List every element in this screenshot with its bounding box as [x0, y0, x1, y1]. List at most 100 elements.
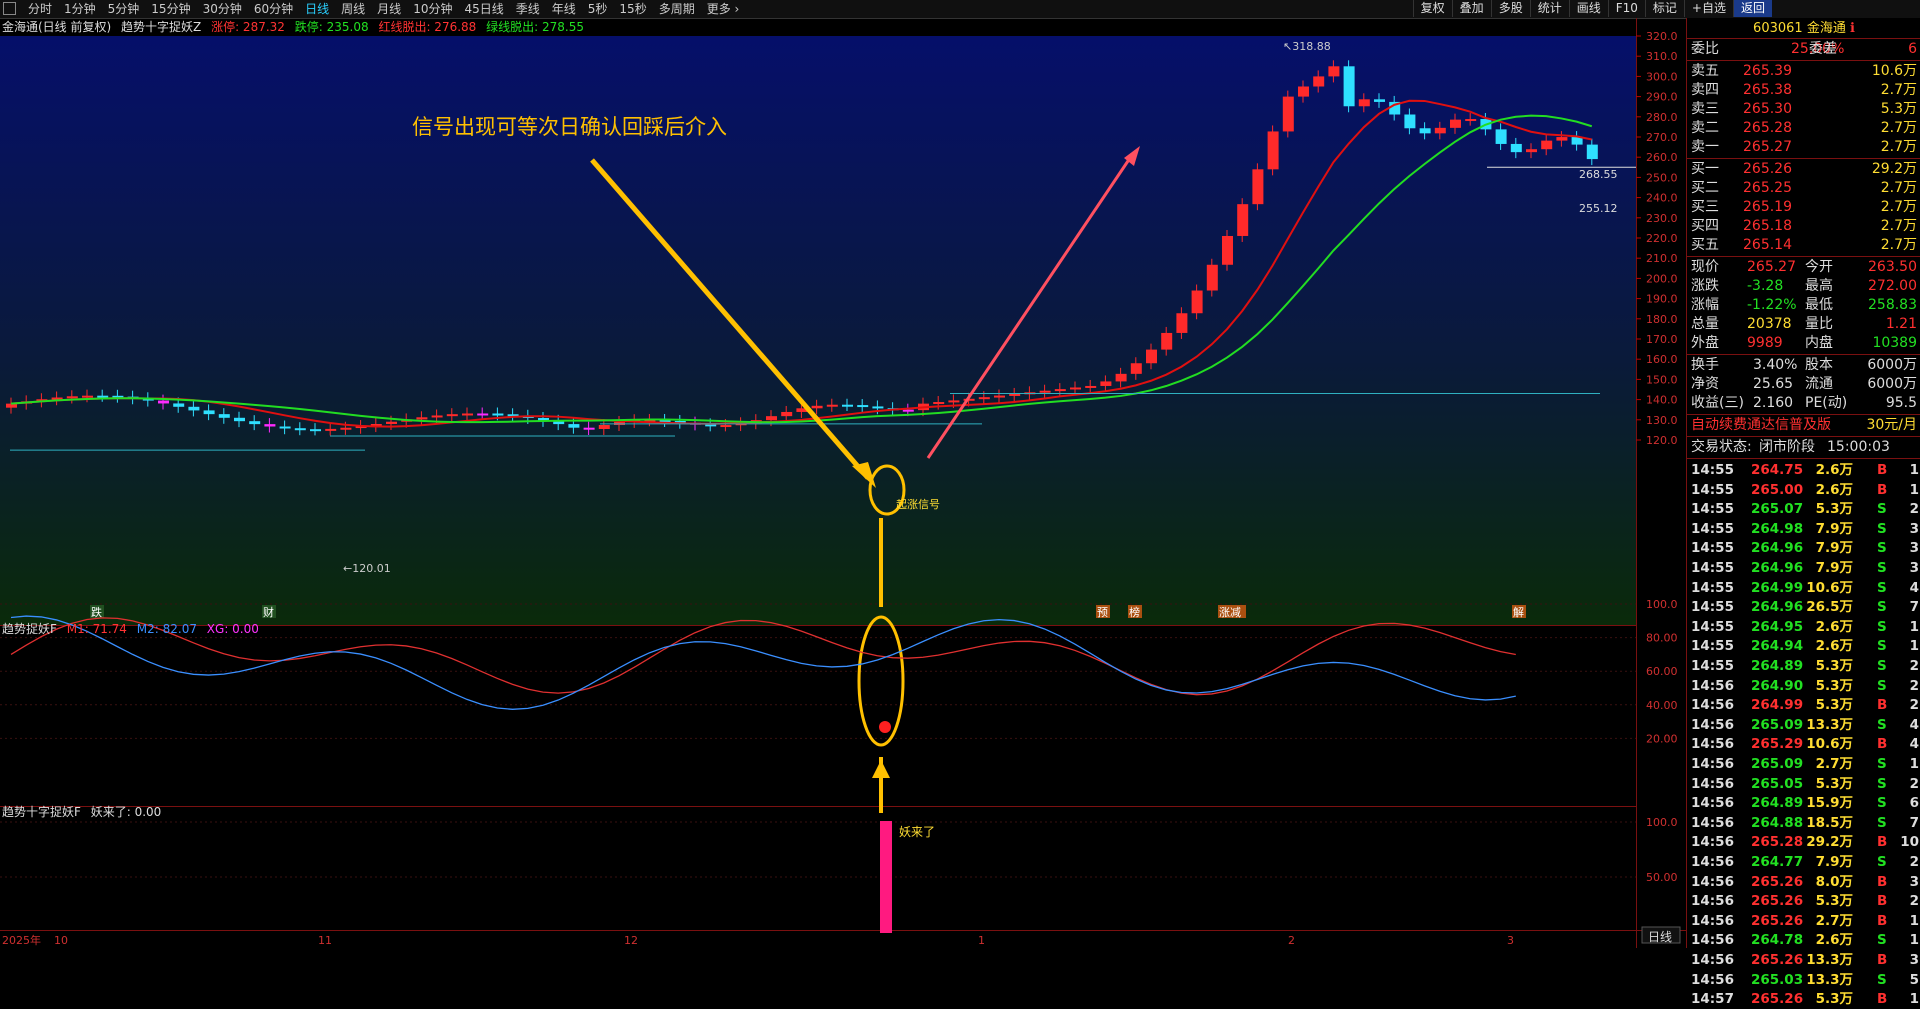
separator: [1687, 38, 1920, 39]
tick-time: 14:55: [1691, 540, 1734, 557]
tick-price: 264.89: [1751, 795, 1804, 812]
sub2-name[interactable]: 趋势十字捉妖F: [2, 805, 81, 819]
bottom-tab: 日线: [1648, 930, 1672, 944]
tick-count: 2: [1909, 854, 1919, 870]
tick-volume: 2.6万: [1815, 462, 1853, 478]
tick-time: 14:56: [1691, 716, 1734, 733]
y-tick-label: 130.0: [1646, 414, 1678, 427]
candle-body: [1313, 76, 1325, 87]
period-tab-6[interactable]: 日线: [299, 1, 335, 17]
candle-body: [1298, 86, 1309, 97]
toolbar-button-1[interactable]: 叠加: [1451, 0, 1491, 17]
tick-count: 1: [1909, 638, 1919, 655]
separator: [1687, 158, 1920, 159]
weibi-row: 委比 25.00% 委差 6: [1687, 40, 1920, 59]
toolbar-button-0[interactable]: 复权: [1412, 0, 1452, 17]
y-tick-label: 140.0: [1646, 394, 1678, 407]
bid-price: 265.25: [1743, 180, 1792, 196]
indicator-name[interactable]: 趋势十字捉妖Z: [121, 20, 201, 34]
tick-count: 3: [1909, 873, 1919, 890]
toolbar-button-8[interactable]: 返回: [1732, 0, 1772, 17]
candle-body: [264, 424, 276, 427]
period-tab-8[interactable]: 月线: [371, 1, 407, 17]
candle-body: [416, 417, 428, 420]
period-tab-16[interactable]: 更多 ›: [701, 1, 746, 17]
period-tab-11[interactable]: 季线: [510, 1, 546, 17]
candle-body: [294, 428, 306, 431]
toolbar-button-5[interactable]: F10: [1607, 0, 1645, 17]
tick-row: 14:56 265.26 13.3万 B 3: [1687, 950, 1920, 970]
period-tab-13[interactable]: 5秒: [582, 1, 614, 17]
stat-value: 25.65: [1753, 376, 1794, 392]
toolbar-button-3[interactable]: 统计: [1529, 0, 1569, 17]
menu-icon[interactable]: [3, 2, 16, 15]
toolbar-button-7[interactable]: +自选: [1683, 0, 1733, 17]
ask-label: 卖三: [1691, 101, 1719, 117]
tick-volume: 2.6万: [1815, 618, 1853, 635]
candle-body: [1419, 128, 1431, 134]
period-tab-14[interactable]: 15秒: [613, 1, 652, 17]
tick-count: 5: [1909, 971, 1919, 988]
candle-body: [902, 409, 914, 412]
tick-count: 1: [1909, 991, 1919, 1008]
tick-price: 265.26: [1751, 912, 1804, 929]
candle-body: [1146, 349, 1157, 364]
toolbar-button-2[interactable]: 多股: [1490, 0, 1530, 17]
tick-side: S: [1877, 520, 1887, 537]
candle-body: [1206, 264, 1218, 291]
candle-body: [446, 414, 458, 417]
candle-body: [978, 397, 990, 400]
tick-side: S: [1877, 716, 1887, 733]
bid-label: 买三: [1691, 199, 1719, 215]
tick-price: 264.96: [1751, 599, 1804, 616]
stock-code: 603061: [1753, 21, 1803, 36]
candle-body: [1343, 66, 1355, 107]
period-tab-3[interactable]: 15分钟: [145, 1, 196, 17]
tick-side: S: [1877, 560, 1887, 576]
toolbar-button-4[interactable]: 画线: [1568, 0, 1608, 17]
candle-body: [1282, 96, 1294, 132]
stat-label: 现价: [1691, 259, 1719, 275]
limit-down-value: 跌停: 235.08: [294, 20, 369, 34]
tick-volume: 5.3万: [1815, 501, 1853, 518]
period-tab-9[interactable]: 10分钟: [407, 1, 458, 17]
sub1-name[interactable]: 趋势捉妖F: [2, 622, 57, 636]
stat-label: 外盘: [1691, 335, 1719, 351]
tick-time: 14:55: [1691, 481, 1734, 498]
tick-row: 14:56 265.29 10.6万 B 4: [1687, 734, 1920, 754]
info-icon[interactable]: ℹ: [1850, 21, 1855, 36]
period-tab-1[interactable]: 1分钟: [58, 1, 102, 17]
x-axis-label: 12: [624, 934, 638, 947]
y-tick-label: 40.00: [1646, 699, 1678, 712]
tick-price: 264.95: [1751, 618, 1804, 635]
x-axis-label: 3: [1507, 934, 1514, 947]
tick-row: 14:56 264.88 18.5万 S 7: [1687, 813, 1920, 833]
candle-body: [203, 410, 215, 415]
tick-price: 265.26: [1751, 873, 1804, 890]
period-tab-0[interactable]: 分时: [22, 1, 58, 17]
tick-time: 14:55: [1691, 560, 1734, 576]
period-tab-5[interactable]: 60分钟: [248, 1, 299, 17]
bid-price: 265.26: [1743, 161, 1792, 177]
candle-body: [1070, 387, 1081, 390]
stat-value: -1.22%: [1747, 297, 1797, 313]
right-label: 268.55: [1579, 168, 1618, 181]
ask-price: 265.27: [1743, 139, 1792, 155]
stat-label: 涨幅: [1691, 297, 1719, 313]
candle-body: [462, 413, 473, 416]
tick-price: 265.09: [1751, 716, 1804, 733]
period-tab-7[interactable]: 周线: [335, 1, 371, 17]
stat-value: -3.28: [1747, 278, 1784, 294]
period-tab-4[interactable]: 30分钟: [197, 1, 248, 17]
toolbar-button-6[interactable]: 标记: [1644, 0, 1684, 17]
period-tab-12[interactable]: 年线: [546, 1, 582, 17]
period-tab-15[interactable]: 多周期: [653, 1, 701, 17]
candle-body: [1115, 373, 1127, 382]
stat-value: 258.83: [1868, 297, 1917, 313]
period-tab-2[interactable]: 5分钟: [102, 1, 146, 17]
chart-canvas[interactable]: 320.0310.0300.0290.0280.0270.0260.0250.0…: [0, 18, 1686, 948]
period-tab-10[interactable]: 45日线: [458, 1, 509, 17]
wc-value: 6: [1908, 41, 1917, 57]
tick-side: B: [1877, 991, 1888, 1008]
tick-volume: 13.3万: [1806, 716, 1853, 733]
